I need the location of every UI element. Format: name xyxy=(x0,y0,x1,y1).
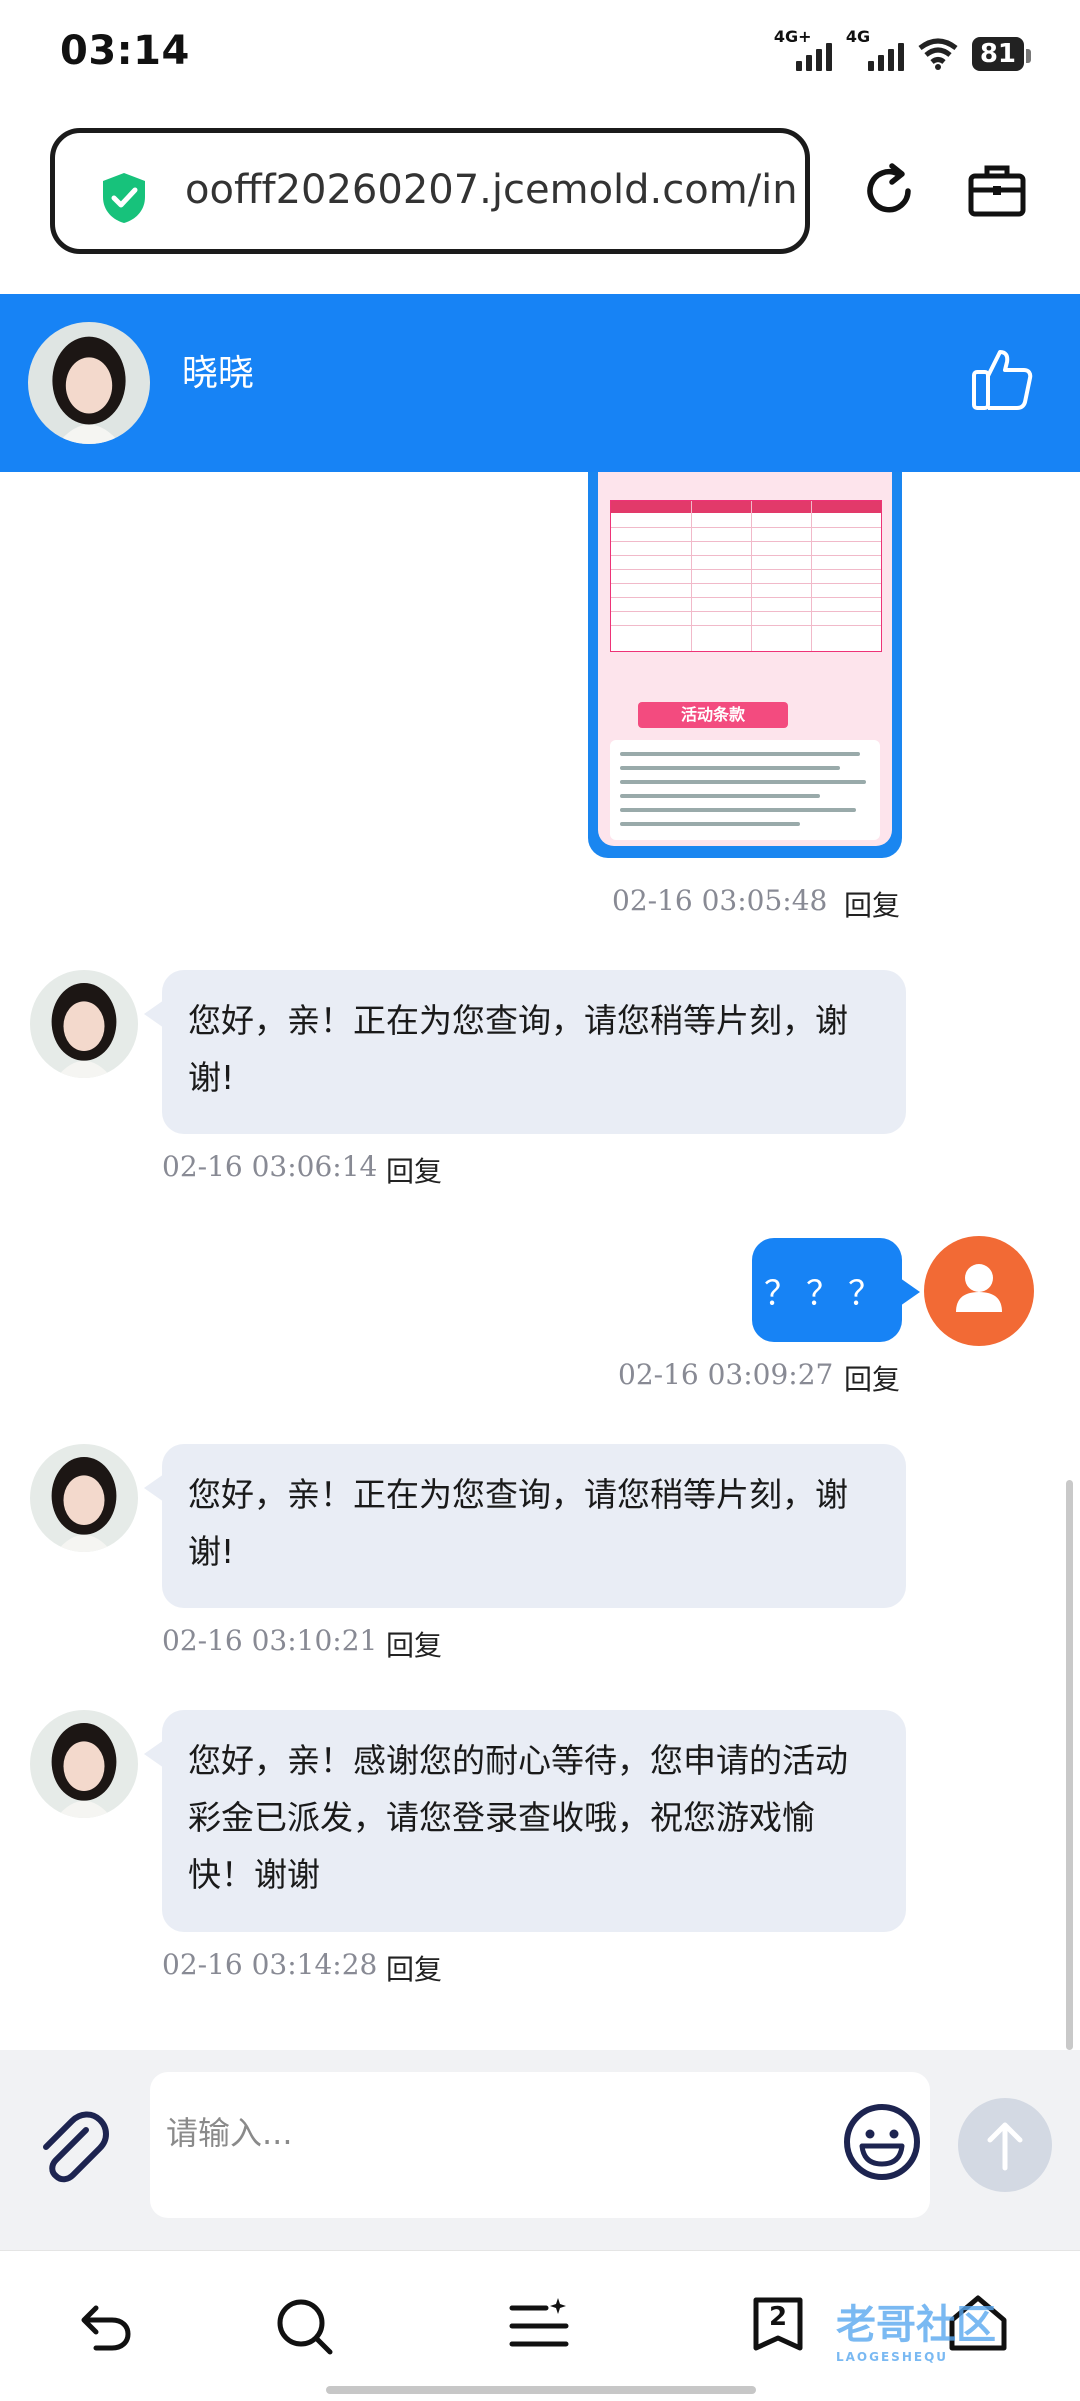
agent-avatar xyxy=(30,1444,138,1552)
back-icon[interactable] xyxy=(70,2296,134,2360)
watermark: 老哥社区 LAOGESHEQU xyxy=(836,2302,996,2364)
chat-header xyxy=(0,294,1080,472)
promo-banner: 活动条款 xyxy=(638,702,788,728)
signal-4g-plus-icon: 4G+ xyxy=(774,27,832,71)
message-time: 02-16 03:10:21 xyxy=(162,1624,378,1657)
home-indicator[interactable] xyxy=(326,2386,756,2394)
message-time: 02-16 03:14:28 xyxy=(162,1948,378,1981)
input-placeholder: 请输入... xyxy=(166,2114,293,2152)
paperclip-icon[interactable] xyxy=(34,2106,114,2186)
user-message-bubble: ？？？ xyxy=(752,1238,920,1342)
shield-check-icon xyxy=(103,173,145,223)
reload-icon[interactable] xyxy=(858,160,920,222)
wifi-icon xyxy=(918,38,958,70)
promo-terms xyxy=(610,740,880,840)
promo-image: 活动条款 xyxy=(598,472,892,846)
message-time: 02-16 03:05:48 xyxy=(612,884,828,917)
message-bubble: 您好，亲！正在为您查询，请您稍等片刻，谢谢! xyxy=(144,970,906,1134)
message-time: 02-16 03:06:14 xyxy=(162,1150,378,1183)
message-bubble: 您好，亲！感谢您的耐心等待，您申请的活动彩金已派发，请您登录查收哦，祝您游戏愉快… xyxy=(144,1710,906,1932)
reply-button[interactable]: 回复 xyxy=(386,1150,442,1190)
message-time: 02-16 03:09:27 xyxy=(618,1358,834,1391)
image-message[interactable]: 活动条款 xyxy=(588,472,902,858)
agent-avatar xyxy=(30,1710,138,1818)
battery-indicator: 81 xyxy=(971,37,1032,71)
agent-avatar xyxy=(30,970,138,1078)
user-avatar xyxy=(924,1236,1034,1346)
agent-avatar xyxy=(28,322,150,444)
send-button[interactable] xyxy=(958,2098,1052,2192)
reply-button[interactable]: 回复 xyxy=(386,1624,442,1664)
person-icon xyxy=(956,1264,1002,1312)
status-icons: 4G+ 4G 81 xyxy=(774,27,1032,76)
reply-button[interactable]: 回复 xyxy=(844,884,900,924)
tab-count: 2 xyxy=(768,2302,788,2332)
signal-4g-icon: 4G xyxy=(846,27,904,71)
promo-table xyxy=(610,500,882,652)
agent-name: 晓晓 xyxy=(182,353,255,394)
message-bubble: 您好，亲！正在为您查询，请您稍等片刻，谢谢! xyxy=(144,1444,906,1608)
menu-icon[interactable] xyxy=(506,2294,572,2358)
search-icon[interactable] xyxy=(272,2294,336,2358)
tabs-button[interactable]: 2 xyxy=(748,2290,808,2360)
thumbs-up-icon[interactable] xyxy=(970,346,1034,412)
status-time: 03:14 xyxy=(60,28,190,74)
arrow-up-icon xyxy=(987,2122,1023,2171)
smile-icon[interactable] xyxy=(842,2102,922,2182)
reply-button[interactable]: 回复 xyxy=(386,1948,442,1988)
scrollbar[interactable] xyxy=(1066,1480,1073,2050)
reply-button[interactable]: 回复 xyxy=(844,1358,900,1398)
address-bar[interactable]: oofff20260207.jcemold.com/in xyxy=(50,128,810,254)
briefcase-icon[interactable] xyxy=(966,160,1028,222)
url-text[interactable]: oofff20260207.jcemold.com/in xyxy=(185,167,795,213)
